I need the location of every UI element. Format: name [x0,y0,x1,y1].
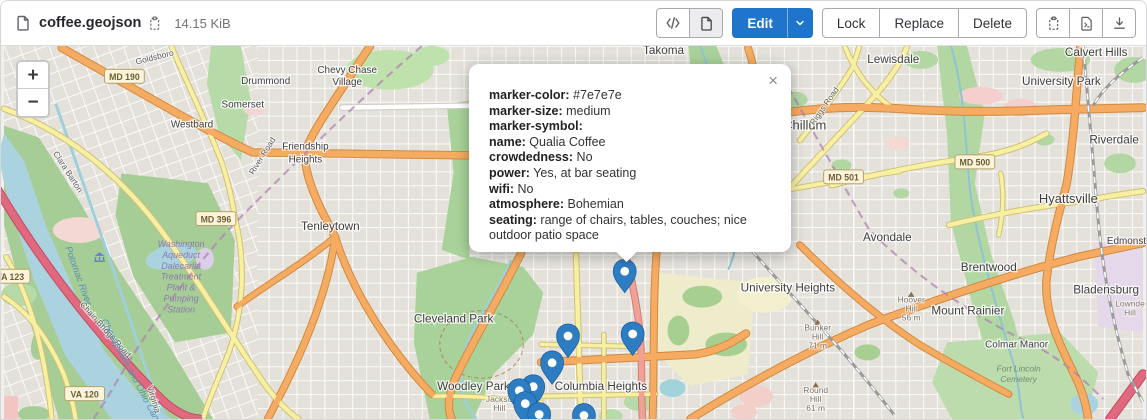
replace-button[interactable]: Replace [879,8,959,38]
protected-area-label: Treatment [161,272,202,282]
svg-text:VA 120: VA 120 [71,389,99,399]
popup-property-row: marker-color: #7e7e7e [489,88,771,104]
popup-property-row: seating: range of chairs, tables, couche… [489,213,771,244]
svg-text:MD 501: MD 501 [828,172,859,182]
chevron-down-icon [794,17,806,29]
svg-text:MD 190: MD 190 [109,72,140,82]
protected-area-label: Dalecarlia [161,261,201,271]
place-label: University Heights [741,282,836,295]
place-label: Cleveland Park [414,313,494,326]
route-shield: MD 501 [824,170,864,184]
file-viewer-card: coffee.geojson 14.15 KiB [0,0,1147,420]
file-icon [15,15,31,31]
protected-area-label: Plant & [167,283,196,293]
map[interactable]: MD 190 MD 396 MD 500 MD 501 VA 120 VA 123 Dru… [1,46,1146,419]
zoom-in-button[interactable]: + [18,62,48,89]
svg-text:VA 123: VA 123 [1,272,24,282]
popup-property-row: atmosphere: Bohemian [489,197,771,213]
route-shield: MD 500 [955,155,995,169]
place-label: Village [332,77,362,88]
copy-contents-icon [1046,16,1061,31]
icon-actions-group [1036,8,1136,38]
view-toggle-group [656,8,723,38]
map-zoom-control: + − [16,60,50,118]
place-label: Calvert Hills [1065,46,1128,59]
place-label: Takoma [643,46,685,57]
place-label: Heights [289,154,323,165]
place-label: Tenleytown [301,220,360,233]
route-shield: MD 396 [196,212,236,226]
hill-label: Hill [1124,308,1136,318]
protected-area-label: Station [167,305,195,315]
place-label: Riverdale [1089,133,1139,146]
raw-file-icon [1079,16,1094,31]
protected-area-label: Washington [158,239,205,249]
place-label: Chevy Chase [317,65,377,76]
place-label: Bladensburg [1073,284,1139,297]
hill-label: Hill [494,403,506,413]
place-label: Mount Rainier [931,305,1004,318]
place-label: Woodley Park [437,380,510,393]
lock-button[interactable]: Lock [822,8,881,38]
hill-label: 56 m [902,313,921,323]
svg-text:MD 396: MD 396 [201,214,232,224]
popup-property-row: power: Yes, at bar seating [489,166,771,182]
delete-button[interactable]: Delete [958,8,1027,38]
file-actions-group: Lock Replace Delete [822,8,1027,38]
download-button[interactable] [1102,8,1136,38]
edit-dropdown-button[interactable] [787,8,813,38]
popup-properties: marker-color: #7e7e7emarker-size: medium… [489,88,771,244]
code-icon [665,15,681,31]
file-header: coffee.geojson 14.15 KiB [1,1,1146,46]
copy-path-button[interactable] [145,14,164,33]
edit-split-button: Edit [732,8,813,38]
popup-property-row: wifi: No [489,182,771,198]
place-label: Columbia Heights [555,380,648,393]
download-icon [1112,16,1127,31]
file-name: coffee.geojson [39,15,141,31]
popup-property-row: crowdedness: No [489,150,771,166]
route-shield: MD 190 [105,69,145,83]
document-icon [699,16,714,31]
copy-contents-button[interactable] [1036,8,1070,38]
place-label: Hyattsville [1039,191,1098,206]
route-shield: VA 123 [1,269,30,283]
feature-popup: × marker-color: #7e7e7emarker-size: medi… [469,64,791,252]
place-label: Brentwood [961,261,1017,274]
copy-path-icon [147,16,162,31]
header-actions: Edit Lock Replace Delete [656,8,1136,38]
popup-close-button[interactable]: × [764,69,782,93]
raw-button[interactable] [1069,8,1103,38]
place-label: Westbard [171,120,213,131]
place-label: Edmonston [1107,236,1146,247]
place-label: Avondale [863,231,912,244]
place-label: Somerset [222,100,265,111]
protected-area-label: Pumping [163,294,198,304]
popup-property-row: name: Qualia Coffee [489,135,771,151]
file-size: 14.15 KiB [174,16,230,31]
display-source-button[interactable] [656,8,690,38]
place-label: Lewisdale [867,53,919,66]
svg-text:MD 500: MD 500 [960,158,991,168]
place-label: Colmar Manor [985,339,1049,350]
popup-property-row: marker-symbol: [489,119,771,135]
edit-button[interactable]: Edit [732,8,788,38]
hill-label: 71 m [808,340,827,350]
place-label: Friendship [282,141,329,152]
route-shield: VA 120 [65,387,105,401]
protected-area-label: Aqueduct [161,250,200,260]
place-label: University Park [1022,75,1101,88]
cemetery-label: Cemetery [1000,374,1037,384]
zoom-out-button[interactable]: − [18,89,48,116]
place-label: Drummond [241,76,290,87]
popup-property-row: marker-size: medium [489,104,771,120]
display-rendered-button[interactable] [689,8,723,38]
cemetery-label: Fort Lincoln [997,363,1041,373]
hill-label: 61 m [806,403,825,413]
